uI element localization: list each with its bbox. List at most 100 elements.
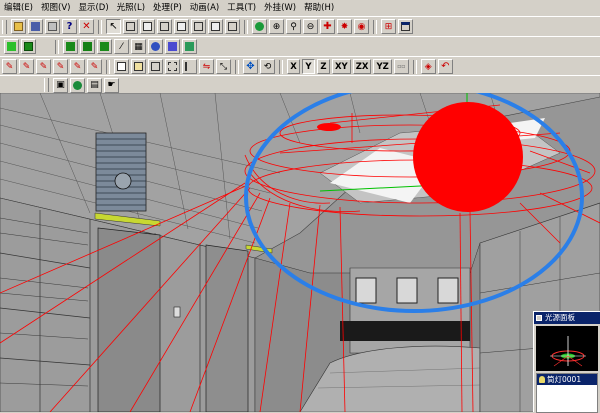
mirror-button[interactable]: ⇋: [199, 59, 214, 74]
pin-icon[interactable]: [536, 315, 542, 321]
cube-view-icon: [211, 22, 220, 31]
edit-tool-4-button[interactable]: ✎: [53, 59, 68, 74]
ungroup-button[interactable]: [165, 59, 180, 74]
light-source-sphere[interactable]: [413, 102, 523, 212]
align-button[interactable]: [182, 59, 197, 74]
menu-plugins[interactable]: 外挂(W): [260, 0, 300, 16]
green-box-icon: [24, 42, 33, 51]
green-object-icon: [83, 42, 92, 51]
object-tool-3-button[interactable]: [97, 39, 112, 54]
light-edit-button[interactable]: ✸: [337, 19, 352, 34]
edit-tool-3-button[interactable]: ✎: [36, 59, 51, 74]
photo-button[interactable]: ▤: [87, 77, 102, 93]
wand-tool-button[interactable]: ⁄: [114, 39, 129, 54]
object-tool-2-button[interactable]: [80, 39, 95, 54]
axis-x-button[interactable]: X: [287, 59, 300, 74]
question-icon: ?: [66, 21, 73, 32]
light-list-item[interactable]: 筒灯0001: [537, 374, 597, 385]
menu-edit[interactable]: 编辑(E): [0, 0, 37, 16]
menu-lighting[interactable]: 光照(L): [113, 0, 149, 16]
window-button[interactable]: [398, 19, 413, 34]
zoom-out-icon: ⊖: [306, 21, 315, 32]
view-1-button[interactable]: [123, 19, 138, 34]
grid-toggle-button[interactable]: ▦: [131, 39, 146, 54]
axis-z-button[interactable]: Z: [317, 59, 330, 74]
toolbar-separator: [412, 59, 417, 74]
grid-button[interactable]: ⊞: [381, 19, 396, 34]
scene-tool-2-button[interactable]: [165, 39, 180, 54]
elevator-door-right: [205, 244, 249, 412]
view-3-button[interactable]: [157, 19, 172, 34]
plus-icon: ✚: [323, 21, 332, 32]
paste-button[interactable]: [131, 59, 146, 74]
toolbar-grip[interactable]: [44, 78, 49, 92]
print-button[interactable]: [45, 19, 60, 34]
help-button[interactable]: ?: [62, 19, 77, 34]
view-6-button[interactable]: [208, 19, 223, 34]
printer-icon: [48, 22, 57, 31]
grid-icon: ▦: [134, 41, 143, 52]
blue-object-icon: [151, 42, 160, 51]
camera-button[interactable]: ▣: [53, 77, 68, 93]
light-icon: ✸: [340, 21, 349, 32]
material-button[interactable]: ◈: [420, 59, 436, 74]
view-7-button[interactable]: [225, 19, 240, 34]
axis-y-button[interactable]: Y: [302, 59, 315, 74]
view-5-button[interactable]: [191, 19, 206, 34]
globe-button[interactable]: [70, 77, 85, 93]
toolbar-separator: [106, 59, 110, 74]
axis-xy-button[interactable]: XY: [332, 59, 351, 74]
wall-frame-1: [355, 277, 377, 304]
menu-display[interactable]: 显示(D): [74, 0, 112, 16]
undo-button[interactable]: ↶: [437, 59, 453, 74]
group-button[interactable]: [148, 59, 163, 74]
edit-tool-2-button[interactable]: ✎: [19, 59, 34, 74]
menu-process[interactable]: 处理(P): [149, 0, 186, 16]
toolbar-grip[interactable]: [2, 19, 7, 34]
axis-all-button[interactable]: ▫▫: [393, 59, 409, 74]
scene-tool-3-button[interactable]: [182, 39, 197, 54]
bulb-icon: [539, 376, 545, 383]
menu-tools[interactable]: 工具(T): [223, 0, 260, 16]
object-green-button[interactable]: [4, 39, 19, 54]
copy-button[interactable]: [114, 59, 129, 74]
light-icon: ◉: [357, 21, 366, 32]
cube-view-icon: [160, 22, 169, 31]
red-edit-icon: ✎: [5, 61, 14, 72]
edit-tool-6-button[interactable]: ✎: [87, 59, 102, 74]
zoom-out-button[interactable]: ⊖: [303, 19, 318, 34]
scene-tool-1-button[interactable]: [148, 39, 163, 54]
cube-view-icon: [143, 22, 152, 31]
axis-zx-button[interactable]: ZX: [352, 59, 372, 74]
render-button[interactable]: [252, 19, 267, 34]
save-button[interactable]: [28, 19, 43, 34]
rotate-button[interactable]: ⟲: [260, 59, 275, 74]
grid-icon: ⊞: [384, 21, 393, 32]
object-box-button[interactable]: [21, 39, 36, 54]
menu-animation[interactable]: 动画(A): [186, 0, 223, 16]
zoom-button[interactable]: ⚲: [286, 19, 301, 34]
green-object-icon: [66, 42, 75, 51]
edit-tool-1-button[interactable]: ✎: [2, 59, 17, 74]
object-tool-1-button[interactable]: [63, 39, 78, 54]
edit-tool-5-button[interactable]: ✎: [70, 59, 85, 74]
view-4-button[interactable]: [174, 19, 189, 34]
3d-viewport[interactable]: [0, 93, 600, 412]
pointer-button[interactable]: ☛: [104, 77, 119, 93]
toolbar-separator: [279, 59, 283, 74]
close-scene-button[interactable]: ✕: [79, 19, 94, 34]
zoom-in-button[interactable]: ⊕: [269, 19, 284, 34]
open-file-button[interactable]: [11, 19, 26, 34]
scale-button[interactable]: ⤡: [216, 59, 231, 74]
move-button[interactable]: ✥: [243, 59, 258, 74]
toolbar-separator: [244, 19, 248, 34]
menu-view[interactable]: 视图(V): [37, 0, 74, 16]
menu-help[interactable]: 帮助(H): [300, 0, 338, 16]
light-list-button[interactable]: ◉: [354, 19, 369, 34]
view-2-button[interactable]: [140, 19, 155, 34]
axis-yz-button[interactable]: YZ: [373, 59, 392, 74]
add-light-button[interactable]: ✚: [320, 19, 335, 34]
select-tool-button[interactable]: ↖: [106, 19, 121, 34]
cube-view-icon: [126, 22, 135, 31]
align-icon: [185, 62, 194, 71]
